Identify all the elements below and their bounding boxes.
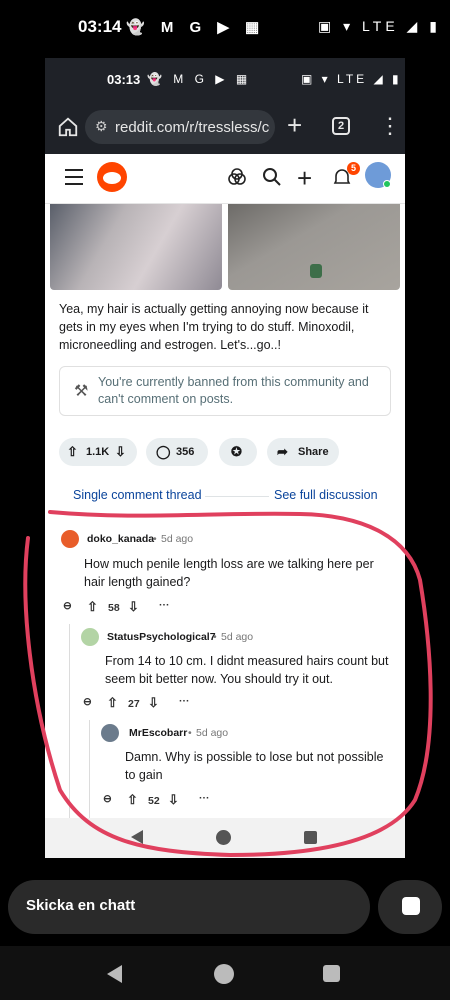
sticker-button[interactable] — [378, 880, 442, 934]
upvote-icon[interactable]: ⇧ — [67, 444, 78, 460]
online-indicator — [383, 180, 391, 188]
comment-count: 356 — [176, 446, 195, 458]
full-discussion-link[interactable]: See full discussion — [274, 488, 378, 502]
ban-notice-text: You're currently banned from this commun… — [98, 375, 369, 406]
inner-system-icons: ▣ ▾ LTE ◢ ▮ — [301, 72, 402, 86]
avatar[interactable] — [61, 530, 79, 548]
comment-username[interactable]: doko_kanada — [87, 533, 154, 545]
single-thread-link[interactable]: Single comment thread — [73, 488, 202, 502]
comment: StatusPsychological7 • 5d ago From 14 to… — [45, 626, 405, 720]
collapse-icon[interactable]: ⊖ — [63, 600, 72, 612]
comment: MrEscobarr • 5d ago Damn. Why is possibl… — [45, 722, 405, 818]
create-post-icon[interactable]: + — [297, 163, 312, 194]
pendant-detail — [310, 264, 322, 278]
upvote-icon[interactable]: ⇧ — [127, 792, 138, 808]
comment-username[interactable]: MrEscobarr — [129, 727, 187, 739]
gavel-icon: ⚒ — [74, 383, 89, 400]
downvote-icon[interactable]: ⇩ — [128, 599, 139, 615]
notification-badge: 5 — [347, 162, 360, 175]
avatar[interactable] — [101, 724, 119, 742]
collapse-icon[interactable]: ⊖ — [83, 696, 92, 708]
upvote-icon[interactable]: ⇧ — [107, 695, 118, 711]
award-button[interactable]: ✪ — [219, 438, 257, 466]
downvote-icon[interactable]: ⇩ — [168, 792, 179, 808]
comment-separator: • — [213, 631, 217, 643]
more-options-icon[interactable]: ··· — [159, 599, 170, 611]
comments-button[interactable]: ◯ 356 — [146, 438, 208, 466]
search-icon[interactable] — [262, 167, 282, 187]
home-circle-icon[interactable] — [214, 964, 234, 984]
downvote-icon[interactable]: ⇩ — [148, 695, 159, 711]
more-menu-icon[interactable]: ⋮ — [379, 112, 401, 140]
reddit-header: + 5 — [45, 154, 405, 204]
collapse-icon[interactable]: ⊖ — [103, 793, 112, 805]
system-nav-bar — [0, 946, 450, 1000]
popular-icon[interactable] — [227, 167, 247, 187]
comment-body: From 14 to 10 cm. I didnt measured hairs… — [105, 654, 389, 686]
share-label: Share — [298, 446, 329, 458]
new-tab-icon[interactable]: + — [287, 112, 302, 138]
share-button[interactable]: ➦ Share — [267, 438, 339, 466]
browser-toolbar: ⚙ reddit.com/r/tressless/cc + 2 ⋮ — [45, 100, 405, 154]
inner-notification-icons: 👻 M G ▶ ▦ — [147, 72, 252, 86]
inner-status-bar: 03:13 👻 M G ▶ ▦ ▣ ▾ LTE ◢ ▮ — [45, 58, 405, 100]
comment-score: 52 — [148, 795, 160, 807]
comment-bubble-icon: ◯ — [156, 444, 171, 459]
downvote-icon[interactable]: ⇩ — [115, 444, 126, 460]
shared-screenshot: 03:13 👻 M G ▶ ▦ ▣ ▾ LTE ◢ ▮ ⚙ reddit.com… — [45, 58, 405, 858]
comment-body: How much penile length loss are we talki… — [84, 557, 374, 589]
inner-status-time: 03:13 — [107, 72, 141, 87]
chat-input[interactable]: Skicka en chatt — [8, 880, 370, 934]
comment-separator: • — [153, 533, 157, 545]
comment-age: 5d ago — [221, 631, 254, 643]
comment-username[interactable]: StatusPsychological7 — [107, 631, 216, 643]
share-icon: ➦ — [277, 444, 288, 459]
ban-notice: ⚒ You're currently banned from this comm… — [59, 366, 391, 416]
comment-score: 58 — [108, 602, 120, 614]
hamburger-menu-icon[interactable] — [65, 169, 83, 185]
site-info-icon[interactable]: ⚙ — [95, 118, 108, 135]
vote-count: 1.1K — [86, 446, 110, 458]
url-text: reddit.com/r/tressless/cc — [115, 119, 270, 136]
vote-control: ⇧ 1.1K ⇩ — [59, 438, 137, 466]
post-body-text: Yea, my hair is actually getting annoyin… — [59, 302, 369, 352]
post-image-left[interactable] — [50, 204, 222, 290]
back-icon[interactable] — [131, 830, 143, 844]
system-icons: ▣ ▾ LTE ◢ ▮ — [318, 18, 441, 34]
reddit-logo[interactable] — [97, 162, 127, 192]
award-icon: ✪ — [231, 444, 242, 459]
recents-icon[interactable] — [304, 831, 317, 844]
comment-age: 5d ago — [161, 533, 194, 545]
divider — [205, 496, 269, 497]
status-time: 03:14 — [78, 17, 122, 36]
tab-switcher-button[interactable]: 2 — [332, 117, 350, 135]
home-icon[interactable] — [57, 116, 79, 138]
comment: doko_kanada • 5d ago How much penile len… — [45, 528, 405, 624]
chat-placeholder: Skicka en chatt — [26, 897, 136, 914]
sticker-icon — [402, 897, 420, 915]
more-options-icon[interactable]: ··· — [179, 695, 190, 707]
inner-nav-bar — [45, 818, 405, 858]
upvote-icon[interactable]: ⇧ — [87, 599, 98, 615]
comment-score: 27 — [128, 698, 140, 710]
comment-body: Damn. Why is possible to lose but not po… — [125, 750, 384, 782]
comment-age: 5d ago — [196, 727, 229, 739]
back-icon[interactable] — [107, 965, 122, 983]
recents-icon[interactable] — [323, 965, 340, 982]
screen: 03:14 👻 M G ▶ ▦ ▣ ▾ LTE ◢ ▮ 03:13 👻 M G … — [0, 0, 450, 1000]
home-circle-icon[interactable] — [216, 830, 231, 845]
address-bar[interactable]: ⚙ reddit.com/r/tressless/cc — [85, 110, 275, 144]
avatar[interactable] — [81, 628, 99, 646]
comment-separator: • — [188, 727, 192, 739]
outer-status-bar: 03:14 👻 M G ▶ ▦ ▣ ▾ LTE ◢ ▮ — [0, 0, 450, 58]
notification-icons: 👻 M G ▶ ▦ — [126, 19, 266, 36]
thread-navigation: Single comment thread See full discussio… — [45, 486, 405, 506]
more-options-icon[interactable]: ··· — [199, 792, 210, 804]
